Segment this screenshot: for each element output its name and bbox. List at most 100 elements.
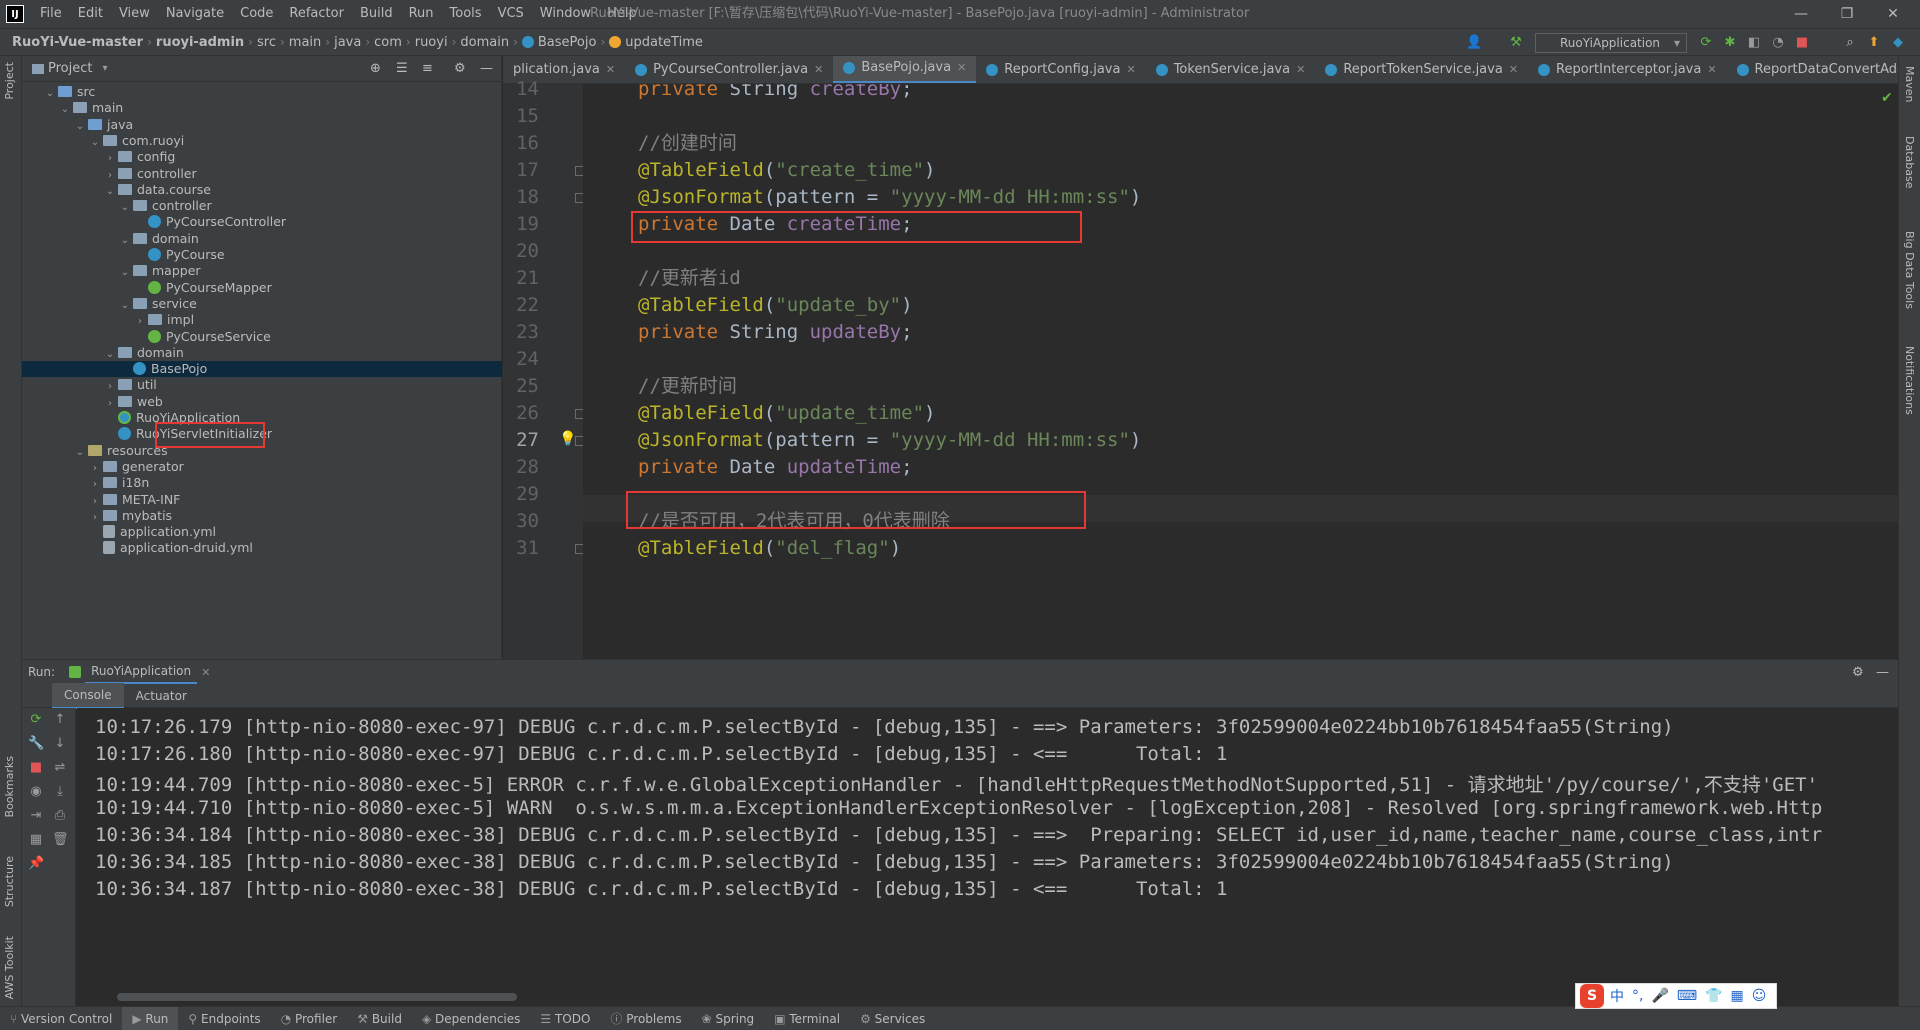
- expand-all-icon[interactable]: ☰: [396, 61, 408, 76]
- breadcrumb-item[interactable]: ruoyi-admin: [152, 35, 248, 50]
- exit-icon[interactable]: ⇥: [28, 808, 44, 824]
- search-icon[interactable]: ⌕: [1842, 35, 1858, 51]
- microphone-icon[interactable]: 🎤: [1651, 988, 1668, 1004]
- menu-run[interactable]: Run: [401, 0, 442, 28]
- scroll-to-end-icon[interactable]: ⤓: [52, 784, 68, 800]
- tree-item[interactable]: › impl: [22, 312, 502, 328]
- editor-tab[interactable]: ReportTokenService.java ✕: [1315, 56, 1528, 83]
- menu-tools[interactable]: Tools: [442, 0, 490, 28]
- profiler-icon[interactable]: ◔: [1770, 35, 1786, 51]
- user-icon[interactable]: 👤: [1466, 35, 1482, 51]
- scroll-down-icon[interactable]: ↓: [52, 736, 68, 752]
- tree-item[interactable]: › META-INF: [22, 492, 502, 508]
- stop-icon[interactable]: ■: [1794, 35, 1810, 51]
- skin-icon[interactable]: 👕: [1705, 988, 1722, 1004]
- wrench-icon[interactable]: 🔧: [28, 736, 44, 752]
- close-tab-icon[interactable]: ✕: [1707, 56, 1716, 83]
- gear-icon[interactable]: ⚙: [1852, 665, 1864, 680]
- close-tab-icon[interactable]: ✕: [957, 56, 966, 82]
- breadcrumb-item[interactable]: updateTime: [621, 35, 707, 50]
- tree-item[interactable]: › util: [22, 377, 502, 393]
- tree-item[interactable]: ⌄ domain: [22, 345, 502, 361]
- punctuation-icon[interactable]: °,: [1632, 988, 1643, 1004]
- update-icon[interactable]: ⬆: [1866, 35, 1882, 51]
- pin-icon[interactable]: 📌: [28, 856, 44, 872]
- menu-navigate[interactable]: Navigate: [158, 0, 232, 28]
- editor-tab[interactable]: TokenService.java ✕: [1146, 56, 1316, 83]
- tab-console[interactable]: Console: [52, 682, 124, 709]
- tree-item[interactable]: application.yml: [22, 524, 502, 540]
- tree-item[interactable]: › config: [22, 149, 502, 165]
- run-configuration-select[interactable]: RuoYiApplication ▾: [1535, 33, 1687, 53]
- tool-window-build[interactable]: ⚒ Build: [347, 1007, 412, 1030]
- aws-toolkit-tool-button[interactable]: AWS Toolkit: [3, 936, 16, 999]
- project-panel-title[interactable]: Project: [48, 61, 92, 76]
- tree-item[interactable]: PyCourseService: [22, 329, 502, 345]
- breadcrumb-item[interactable]: main: [285, 35, 325, 50]
- restore-icon[interactable]: ❐: [1824, 0, 1870, 28]
- notifications-tool-button[interactable]: Notifications: [1903, 346, 1916, 415]
- console-output[interactable]: 10:17:26.179 [http-nio-8080-exec-97] DEB…: [77, 708, 1898, 1007]
- close-tab-icon[interactable]: ✕: [1509, 56, 1518, 83]
- tree-item[interactable]: ⌄ src: [22, 84, 502, 100]
- intention-bulb-icon[interactable]: 💡: [559, 431, 576, 447]
- tool-window-endpoints[interactable]: ⚲ Endpoints: [178, 1007, 270, 1030]
- run-tab-ruoyiapplication[interactable]: RuoYiApplication: [85, 660, 198, 684]
- editor-tab[interactable]: ReportInterceptor.java ✕: [1528, 56, 1727, 83]
- tool-window-problems[interactable]: ⓘ Problems: [600, 1007, 691, 1030]
- tree-item[interactable]: PyCourseMapper: [22, 280, 502, 296]
- locate-icon[interactable]: ⊕: [370, 61, 381, 76]
- menu-file[interactable]: File: [32, 0, 70, 28]
- tree-item[interactable]: › web: [22, 394, 502, 410]
- tree-item[interactable]: ⌄ service: [22, 296, 502, 312]
- menu-refactor[interactable]: Refactor: [281, 0, 352, 28]
- close-tab-icon[interactable]: ✕: [1296, 56, 1305, 83]
- tool-window-todo[interactable]: ☰ TODO: [530, 1007, 600, 1030]
- tree-item[interactable]: › generator: [22, 459, 502, 475]
- editor-tab[interactable]: ReportConfig.java ✕: [976, 56, 1145, 83]
- breadcrumb-item[interactable]: com: [370, 35, 406, 50]
- build-hammer-icon[interactable]: ⚒: [1508, 35, 1524, 51]
- soft-wrap-icon[interactable]: ⇌: [52, 760, 68, 776]
- menu-vcs[interactable]: VCS: [490, 0, 532, 28]
- breadcrumb-item[interactable]: BasePojo: [534, 35, 601, 50]
- tool-window-spring[interactable]: ❀ Spring: [692, 1007, 765, 1030]
- rerun-icon[interactable]: ⟳: [1698, 35, 1714, 51]
- collapse-all-icon[interactable]: ≡: [422, 61, 433, 76]
- emoji-icon[interactable]: ☺: [1752, 988, 1767, 1004]
- apps-grid-icon[interactable]: ▦: [1731, 988, 1744, 1004]
- database-tool-button[interactable]: Database: [1903, 136, 1916, 189]
- tree-item[interactable]: ⌄ controller: [22, 198, 502, 214]
- coverage-icon[interactable]: ◧: [1746, 35, 1762, 51]
- tree-item[interactable]: ⌄ main: [22, 100, 502, 116]
- big-data-tools-button[interactable]: Big Data Tools: [1903, 231, 1916, 309]
- gear-icon[interactable]: ⚙: [454, 61, 466, 76]
- camera-icon[interactable]: ◉: [28, 784, 44, 800]
- tree-item[interactable]: ⌄ com.ruoyi: [22, 133, 502, 149]
- breadcrumb-item[interactable]: ruoyi: [411, 35, 452, 50]
- menu-code[interactable]: Code: [232, 0, 281, 28]
- editor-tab[interactable]: PyCourseController.java ✕: [625, 56, 833, 83]
- tree-item[interactable]: ⌄ mapper: [22, 263, 502, 279]
- close-icon[interactable]: ✕: [1870, 0, 1916, 28]
- close-tab-icon[interactable]: ✕: [201, 666, 210, 679]
- editor-tab[interactable]: BasePojo.java ✕: [833, 56, 977, 83]
- tree-item[interactable]: PyCourse: [22, 247, 502, 263]
- menu-window[interactable]: Window: [532, 0, 599, 28]
- tool-window-profiler[interactable]: ◔ Profiler: [271, 1007, 348, 1030]
- editor-tab[interactable]: ReportDataConvertAdapter.java✕: [1727, 56, 1898, 83]
- tree-item[interactable]: › controller: [22, 166, 502, 182]
- breadcrumb-item[interactable]: src: [253, 35, 280, 50]
- menu-build[interactable]: Build: [352, 0, 401, 28]
- ime-mode[interactable]: 中: [1610, 986, 1624, 1006]
- tree-item[interactable]: › mybatis: [22, 508, 502, 524]
- hide-panel-icon[interactable]: —: [1876, 665, 1889, 680]
- keyboard-icon[interactable]: ⌨: [1677, 988, 1697, 1004]
- tool-window-services[interactable]: ⚙ Services: [850, 1007, 935, 1030]
- breadcrumb-item[interactable]: java: [330, 35, 365, 50]
- hide-panel-icon[interactable]: —: [480, 61, 493, 76]
- tree-item[interactable]: › i18n: [22, 475, 502, 491]
- print-icon[interactable]: ⎙: [52, 808, 68, 824]
- close-tab-icon[interactable]: ✕: [1126, 56, 1135, 83]
- trash-icon[interactable]: 🗑: [52, 832, 69, 848]
